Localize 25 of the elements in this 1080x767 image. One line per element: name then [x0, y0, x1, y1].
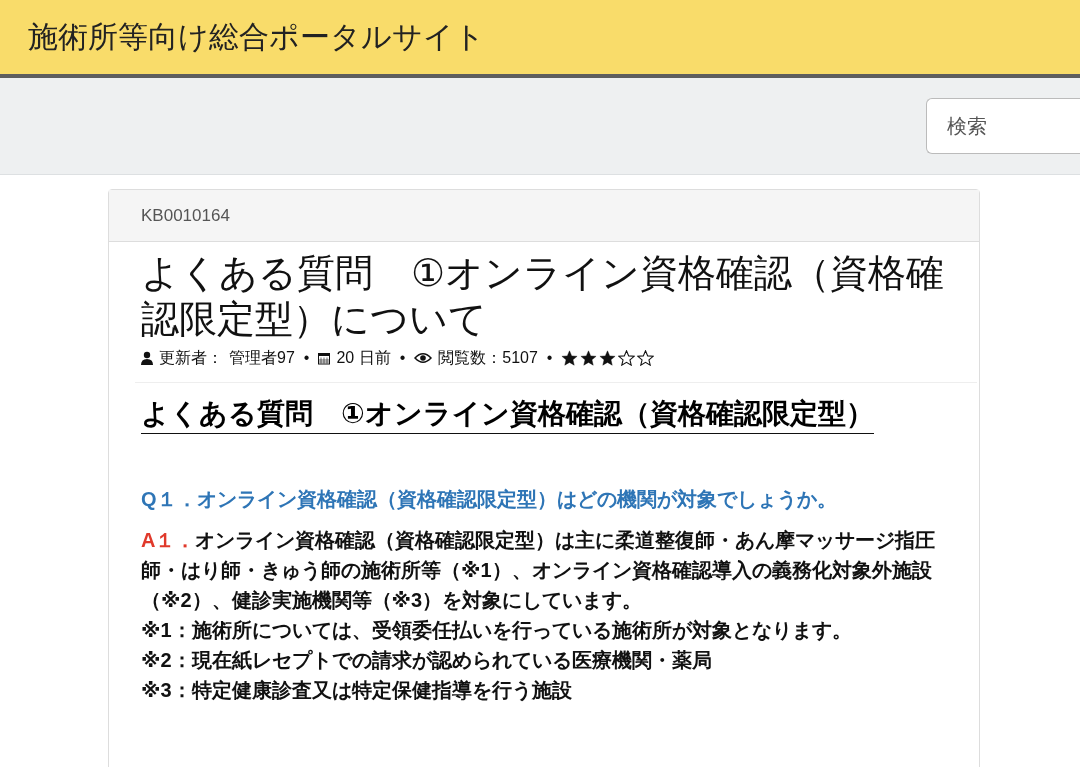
article-title: よくある質問 ①オンライン資格確認（資格確認限定型）について — [141, 251, 946, 342]
section-heading: よくある質問 ①オンライン資格確認（資格確認限定型） — [141, 397, 874, 434]
empty-star-icon — [637, 350, 655, 366]
article-number: KB0010164 — [141, 205, 230, 226]
updated-age: 20 日前 — [336, 347, 391, 368]
updated-by-label: 更新者： — [159, 347, 223, 368]
user-icon — [141, 351, 153, 365]
separator-dot: • — [399, 349, 406, 367]
footnote-text: ※3：特定健康診査又は特定保健指導を行う施設 — [141, 678, 573, 703]
eye-icon — [414, 352, 433, 364]
views-label: 閲覧数：5107 — [438, 347, 538, 368]
filled-star-icon — [599, 350, 617, 366]
separator-dot: • — [303, 349, 310, 367]
search-field[interactable]: 検索 — [926, 98, 1080, 154]
separator-dot: • — [546, 349, 553, 367]
updated-by: 管理者97 — [229, 347, 295, 368]
empty-star-icon — [618, 350, 636, 366]
filled-star-icon — [561, 350, 579, 366]
site-title[interactable]: 施術所等向け総合ポータルサイト — [28, 16, 485, 58]
footnote-text: ※1：施術所については、受領委任払いを行っている施術所が対象となります。 — [141, 618, 853, 643]
filled-star-icon — [580, 350, 598, 366]
question-text: Q１．オンライン資格確認（資格確認限定型）はどの機関が対象でしょうか。 — [141, 487, 838, 512]
calendar-icon — [318, 351, 331, 365]
footnote-text: ※2：現在紙レセプトでの請求が認められている医療機関・薬局 — [141, 648, 713, 673]
answer-text: A１．オンライン資格確認（資格確認限定型）は主に柔道整復師・あん摩マッサージ指圧師・はり師・きゅう師の施術所等（※1）、オンライン資格確認導入の義務化対象外施設（※2）、健診実施機関等（※3）を対象にしています。 — [141, 528, 937, 613]
